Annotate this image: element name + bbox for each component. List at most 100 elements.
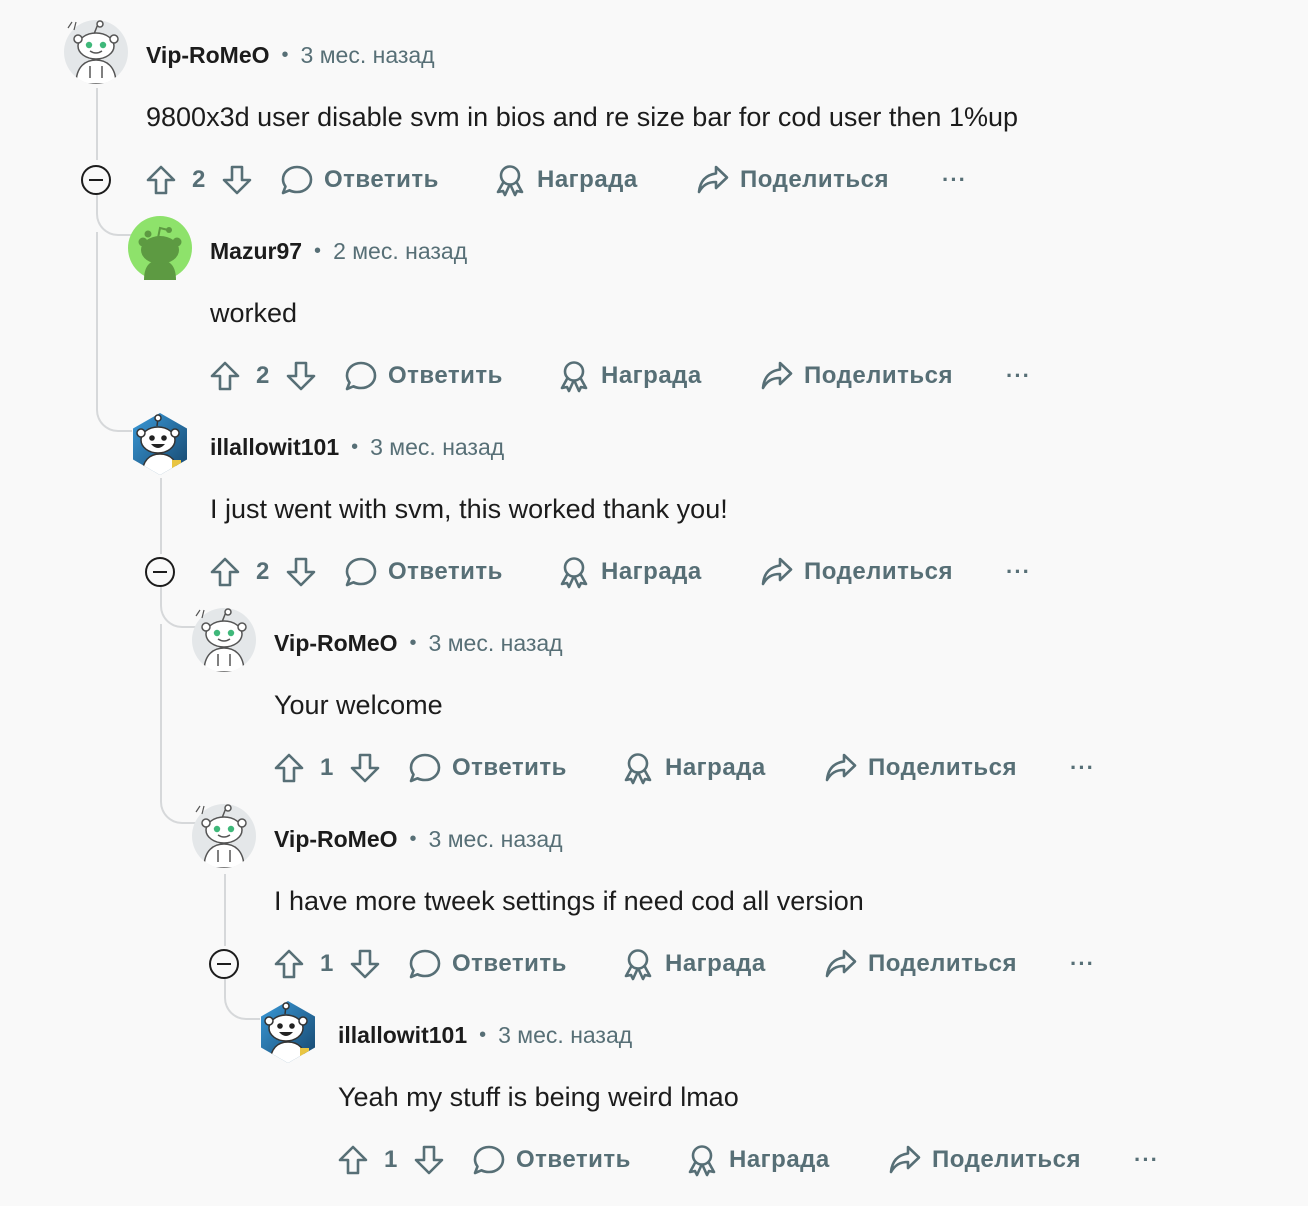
upvote-button[interactable] [272, 746, 306, 790]
reply-button[interactable]: Ответить [408, 942, 567, 986]
thread-line[interactable] [160, 624, 162, 800]
collapse-thread-button[interactable] [209, 949, 239, 979]
more-options-button[interactable]: ··· [1006, 354, 1031, 398]
award-button[interactable]: Награда [621, 746, 766, 790]
share-button[interactable]: Поделиться [696, 158, 889, 202]
more-options-button[interactable]: ··· [942, 158, 967, 202]
more-options-button[interactable]: ··· [1070, 746, 1095, 790]
avatar[interactable] [64, 20, 128, 84]
more-dots-icon: ··· [1134, 1147, 1159, 1172]
author-name[interactable]: Vip-RoMeO [274, 630, 398, 657]
collapse-thread-button[interactable] [81, 165, 111, 195]
meta-separator: • [351, 436, 359, 458]
chat-bubble-icon [345, 557, 377, 587]
author-name[interactable]: illallowit101 [210, 434, 339, 461]
more-options-button[interactable]: ··· [1134, 1138, 1159, 1182]
avatar[interactable] [192, 608, 256, 672]
comment-actions: 1 Ответить Награда Поделиться ··· [272, 746, 1308, 790]
arrow-down-icon [286, 557, 316, 587]
downvote-button[interactable] [284, 354, 318, 398]
avatar[interactable] [128, 216, 192, 280]
vote-score: 2 [192, 166, 206, 193]
author-name[interactable]: illallowit101 [338, 1022, 467, 1049]
snoo-hexagon-icon [261, 1001, 315, 1063]
upvote-button[interactable] [336, 1138, 370, 1182]
comment-actions: 2 Ответить Награда Поделиться ··· [208, 354, 1268, 398]
upvote-button[interactable] [144, 158, 178, 202]
arrow-down-icon [414, 1145, 444, 1175]
chat-bubble-icon [345, 361, 377, 391]
meta-separator: • [409, 828, 417, 850]
award-label: Награда [665, 754, 766, 781]
downvote-button[interactable] [412, 1138, 446, 1182]
award-button[interactable]: Награда [685, 1138, 830, 1182]
more-options-button[interactable]: ··· [1070, 942, 1095, 986]
more-options-button[interactable]: ··· [1006, 550, 1031, 594]
thread-line[interactable] [96, 386, 132, 432]
award-button[interactable]: Награда [557, 550, 702, 594]
reply-button[interactable]: Ответить [280, 158, 439, 202]
share-button[interactable]: Поделиться [760, 550, 953, 594]
upvote-button[interactable] [208, 550, 242, 594]
comment-meta: illallowit101 • 3 мес. назад [338, 1022, 632, 1049]
upvote-button[interactable] [272, 942, 306, 986]
author-name[interactable]: Mazur97 [210, 238, 302, 265]
award-label: Награда [601, 558, 702, 585]
downvote-button[interactable] [348, 746, 382, 790]
comment-actions: 2 Ответить Награда Поделиться ··· [208, 550, 1268, 594]
author-name[interactable]: Vip-RoMeO [146, 42, 270, 69]
timestamp[interactable]: 2 мес. назад [333, 238, 467, 265]
avatar[interactable] [192, 804, 256, 868]
meta-separator: • [314, 240, 322, 262]
award-button[interactable]: Награда [557, 354, 702, 398]
arrow-down-icon [350, 753, 380, 783]
share-icon [761, 557, 793, 586]
vote-score: 1 [320, 754, 334, 781]
share-button[interactable]: Поделиться [888, 1138, 1081, 1182]
comment: illallowit101 • 3 мес. назад I just went… [128, 412, 1308, 608]
reply-button[interactable]: Ответить [472, 1138, 631, 1182]
comment-meta: illallowit101 • 3 мес. назад [210, 434, 504, 461]
award-button[interactable]: Награда [621, 942, 766, 986]
vote-score: 2 [256, 558, 270, 585]
avatar[interactable] [256, 1000, 320, 1064]
timestamp[interactable]: 3 мес. назад [370, 434, 504, 461]
share-label: Поделиться [804, 362, 954, 389]
comment-text: I have more tweek settings if need cod a… [274, 886, 864, 916]
thread-line[interactable] [160, 778, 196, 824]
reply-button[interactable]: Ответить [408, 746, 567, 790]
downvote-button[interactable] [284, 550, 318, 594]
snoo-green-icon [128, 216, 192, 280]
collapse-thread-button[interactable] [145, 557, 175, 587]
thread-line[interactable] [96, 232, 98, 404]
more-dots-icon: ··· [1006, 363, 1031, 388]
timestamp[interactable]: 3 мес. назад [301, 42, 435, 69]
reply-button[interactable]: Ответить [344, 354, 503, 398]
timestamp[interactable]: 3 мес. назад [429, 630, 563, 657]
comment-text: 9800x3d user disable svm in bios and re … [146, 102, 1019, 132]
share-button[interactable]: Поделиться [824, 746, 1017, 790]
downvote-button[interactable] [220, 158, 254, 202]
upvote-button[interactable] [208, 354, 242, 398]
avatar[interactable] [128, 412, 192, 476]
share-button[interactable]: Поделиться [760, 354, 953, 398]
comment-actions: 1 Ответить Награда Поделиться ··· [336, 1138, 1308, 1182]
comment-thread: Vip-RoMeO • 3 мес. назад 9800x3d user di… [0, 0, 1308, 1206]
reply-button[interactable]: Ответить [344, 550, 503, 594]
award-button[interactable]: Награда [493, 158, 638, 202]
timestamp[interactable]: 3 мес. назад [429, 826, 563, 853]
author-name[interactable]: Vip-RoMeO [274, 826, 398, 853]
share-button[interactable]: Поделиться [824, 942, 1017, 986]
meta-separator: • [409, 632, 417, 654]
timestamp[interactable]: 3 мес. назад [498, 1022, 632, 1049]
award-icon [688, 1145, 716, 1177]
reply-label: Ответить [388, 362, 503, 389]
vote-score: 1 [384, 1146, 398, 1173]
award-label: Награда [537, 166, 638, 193]
more-dots-icon: ··· [1070, 755, 1095, 780]
chat-bubble-icon [409, 949, 441, 979]
downvote-button[interactable] [348, 942, 382, 986]
arrow-down-icon [222, 165, 252, 195]
reply-label: Ответить [388, 558, 503, 585]
arrow-up-icon [338, 1145, 368, 1175]
